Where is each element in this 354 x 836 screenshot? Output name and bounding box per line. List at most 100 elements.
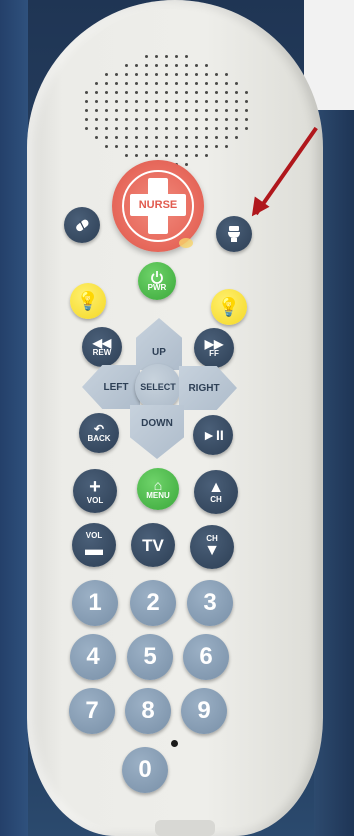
speaker-hole bbox=[235, 109, 238, 112]
speaker-hole bbox=[195, 127, 198, 130]
speaker-hole bbox=[235, 100, 238, 103]
number-4-button[interactable]: 4 bbox=[70, 634, 116, 680]
speaker-hole bbox=[165, 154, 168, 157]
volume-down-button[interactable]: VOL ▬ bbox=[72, 523, 116, 567]
number-5-button[interactable]: 5 bbox=[127, 634, 173, 680]
speaker-hole bbox=[225, 100, 228, 103]
speaker-hole bbox=[235, 136, 238, 139]
speaker-hole bbox=[165, 118, 168, 121]
speaker-hole bbox=[155, 109, 158, 112]
select-label: SELECT bbox=[140, 381, 176, 392]
power-button[interactable]: PWR bbox=[138, 262, 176, 300]
number-6-button[interactable]: 6 bbox=[183, 634, 229, 680]
speaker-hole bbox=[175, 118, 178, 121]
channel-down-button[interactable]: CH ▼ bbox=[190, 525, 234, 569]
channel-up-button[interactable]: ▲ CH bbox=[194, 470, 238, 514]
toilet-button[interactable] bbox=[216, 216, 252, 252]
number-1-button[interactable]: 1 bbox=[72, 580, 118, 626]
number-3-button[interactable]: 3 bbox=[187, 580, 233, 626]
speaker-hole bbox=[215, 73, 218, 76]
speaker-hole bbox=[175, 145, 178, 148]
speaker-hole bbox=[165, 82, 168, 85]
speaker-hole bbox=[135, 127, 138, 130]
speaker-hole bbox=[115, 109, 118, 112]
speaker-hole bbox=[215, 91, 218, 94]
speaker-hole bbox=[105, 100, 108, 103]
speaker-hole bbox=[105, 109, 108, 112]
speaker-hole bbox=[135, 82, 138, 85]
speaker-hole bbox=[135, 145, 138, 148]
number-0-button[interactable]: 0 bbox=[122, 747, 168, 793]
speaker-hole bbox=[135, 109, 138, 112]
speaker-hole bbox=[185, 109, 188, 112]
play-pause-button[interactable]: ►II bbox=[193, 415, 233, 455]
speaker-hole bbox=[195, 73, 198, 76]
bulb-2-icon: 💡 bbox=[217, 297, 241, 317]
speaker-hole bbox=[125, 64, 128, 67]
speaker-hole bbox=[185, 127, 188, 130]
speaker-hole bbox=[115, 136, 118, 139]
number-7-label: 7 bbox=[85, 697, 99, 724]
nurse-label: NURSE bbox=[130, 194, 186, 216]
speaker-hole bbox=[105, 136, 108, 139]
select-button[interactable]: SELECT bbox=[135, 364, 181, 410]
speaker-hole bbox=[145, 109, 148, 112]
speaker-hole bbox=[215, 136, 218, 139]
speaker-hole bbox=[95, 100, 98, 103]
speaker-hole bbox=[185, 100, 188, 103]
speaker-hole bbox=[145, 154, 148, 157]
speaker-hole bbox=[225, 136, 228, 139]
number-2-button[interactable]: 2 bbox=[130, 580, 176, 626]
speaker-hole bbox=[115, 127, 118, 130]
speaker-hole bbox=[105, 73, 108, 76]
speaker-hole bbox=[245, 109, 248, 112]
speaker-hole bbox=[215, 82, 218, 85]
remote-cable bbox=[155, 820, 215, 836]
speaker-hole bbox=[145, 82, 148, 85]
speaker-hole bbox=[225, 91, 228, 94]
fast-forward-label: FF bbox=[209, 349, 219, 358]
speaker-hole bbox=[165, 55, 168, 58]
speaker-hole bbox=[145, 127, 148, 130]
speaker-hole bbox=[185, 154, 188, 157]
rewind-button[interactable]: ◀◀ REW bbox=[82, 327, 122, 367]
speaker-hole bbox=[125, 109, 128, 112]
speaker-hole bbox=[95, 127, 98, 130]
speaker-hole bbox=[125, 118, 128, 121]
down-label: DOWN bbox=[141, 417, 173, 429]
speaker-hole bbox=[115, 91, 118, 94]
up-label: UP bbox=[152, 346, 166, 358]
speaker-hole bbox=[195, 118, 198, 121]
tv-button[interactable]: TV bbox=[131, 523, 175, 567]
light-1-button[interactable]: 💡 bbox=[70, 283, 106, 319]
speaker-hole bbox=[155, 64, 158, 67]
light-2-button[interactable]: 💡 bbox=[211, 289, 247, 325]
speaker-hole bbox=[175, 55, 178, 58]
speaker-hole bbox=[235, 118, 238, 121]
number-9-button[interactable]: 9 bbox=[181, 688, 227, 734]
speaker-hole bbox=[175, 82, 178, 85]
number-8-button[interactable]: 8 bbox=[125, 688, 171, 734]
speaker-hole bbox=[165, 73, 168, 76]
number-8-label: 8 bbox=[141, 697, 155, 724]
rewind-label: REW bbox=[92, 348, 112, 357]
back-button[interactable]: ↶ BACK bbox=[79, 413, 119, 453]
speaker-hole bbox=[195, 145, 198, 148]
speaker-hole bbox=[215, 109, 218, 112]
speaker-hole bbox=[225, 127, 228, 130]
speaker-hole bbox=[205, 109, 208, 112]
menu-button[interactable]: ⌂ MENU bbox=[137, 468, 179, 510]
speaker-hole bbox=[85, 109, 88, 112]
speaker-hole bbox=[125, 73, 128, 76]
pill-button[interactable] bbox=[64, 207, 100, 243]
speaker-hole bbox=[225, 73, 228, 76]
number-7-button[interactable]: 7 bbox=[69, 688, 115, 734]
speaker-hole bbox=[195, 109, 198, 112]
power-label: PWR bbox=[147, 283, 167, 292]
tv-label: TV bbox=[142, 535, 164, 555]
fast-forward-button[interactable]: ▶▶ FF bbox=[194, 328, 234, 368]
volume-up-button[interactable]: + VOL bbox=[73, 469, 117, 513]
speaker-hole bbox=[195, 82, 198, 85]
speaker-hole bbox=[115, 100, 118, 103]
number-9-label: 9 bbox=[197, 697, 211, 724]
